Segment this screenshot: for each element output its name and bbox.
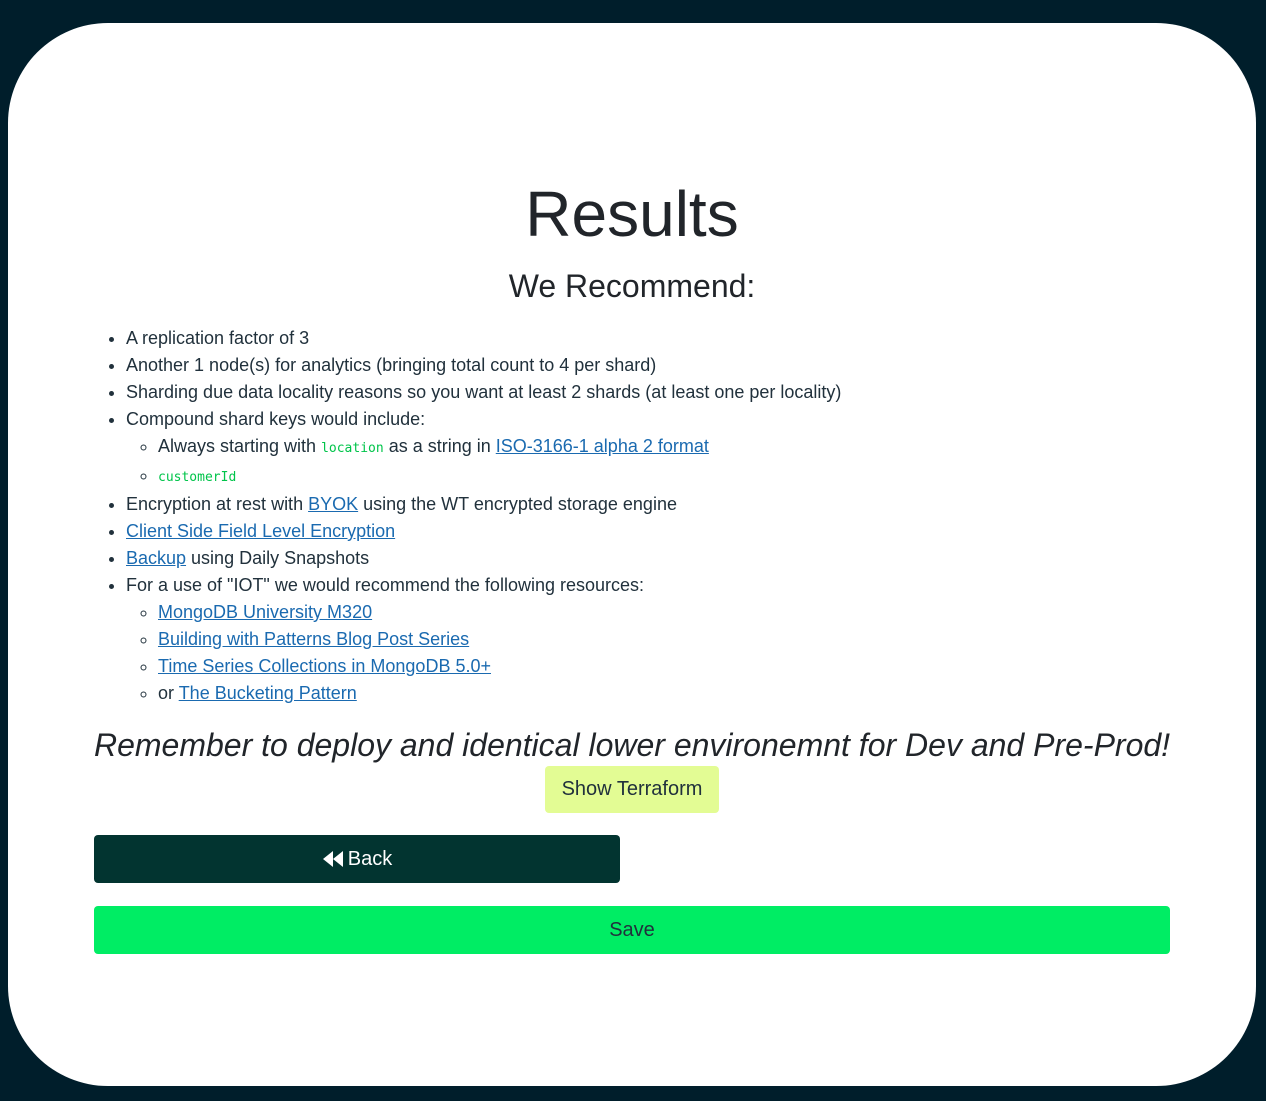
back-button-label: Back [347,847,393,870]
location-middle: as a string in [383,436,496,456]
list-item-resource: or The Bucketing Pattern [158,680,841,707]
list-item-resource: Building with Patterns Blog Post Series [158,626,841,653]
list-item-sharding: Sharding due data locality reasons so yo… [126,379,841,406]
location-prefix: Always starting with [158,436,322,456]
shard-keys-sublist: Always starting with location as a strin… [126,433,841,491]
backup-suffix: using Daily Snapshots [186,548,370,568]
analytics-text: Another 1 node(s) for analytics (bringin… [126,355,657,375]
back-button[interactable]: Back [94,835,620,883]
list-item-location-key: Always starting with location as a strin… [158,433,841,462]
resources-intro: For a use of "IOT" we would recommend th… [126,575,645,595]
list-item-backup: Backup using Daily Snapshots [126,545,841,572]
list-item-csfle: Client Side Field Level Encryption [126,518,841,545]
csfle-link[interactable]: Client Side Field Level Encryption [126,521,395,541]
page-title: Results [525,178,739,250]
list-item-resource: Time Series Collections in MongoDB 5.0+ [158,653,841,680]
resources-sublist: MongoDB University M320 Building with Pa… [126,599,841,707]
time-series-link[interactable]: Time Series Collections in MongoDB 5.0+ [158,656,491,676]
resource-or-prefix: or [158,683,179,703]
location-code: location [321,441,384,456]
recommendation-list: A replication factor of 3 Another 1 node… [94,325,841,707]
list-item-customer-key: customerId [158,462,841,491]
bucketing-pattern-link[interactable]: The Bucketing Pattern [179,683,357,703]
page-subtitle: We Recommend: [508,268,756,304]
list-item-resource: MongoDB University M320 [158,599,841,626]
list-item-shard-keys: Compound shard keys would include: Alway… [126,406,841,491]
sharding-text: Sharding due data locality reasons so yo… [126,382,842,402]
list-item-replication: A replication factor of 3 [126,325,841,352]
m320-link[interactable]: MongoDB University M320 [158,602,372,622]
results-card: Results We Recommend: A replication fact… [8,23,1256,1086]
encryption-suffix: using the WT encrypted storage engine [358,494,677,514]
backup-link[interactable]: Backup [126,548,186,568]
list-item-resources: For a use of "IOT" we would recommend th… [126,572,841,707]
show-terraform-button[interactable]: Show Terraform [545,766,719,813]
save-button[interactable]: Save [94,906,1170,954]
customer-id-code: customerId [158,470,237,485]
environment-reminder: Remember to deploy and identical lower e… [93,727,1171,763]
replication-text: A replication factor of 3 [126,328,310,348]
shard-keys-intro: Compound shard keys would include: [126,409,426,429]
encryption-prefix: Encryption at rest with [126,494,309,514]
fast-backward-icon [322,851,344,867]
list-item-analytics: Another 1 node(s) for analytics (bringin… [126,352,841,379]
patterns-blog-link[interactable]: Building with Patterns Blog Post Series [158,629,469,649]
list-item-encryption: Encryption at rest with BYOK using the W… [126,491,841,518]
iso-3166-link[interactable]: ISO-3166-1 alpha 2 format [496,436,709,456]
byok-link[interactable]: BYOK [308,494,358,514]
